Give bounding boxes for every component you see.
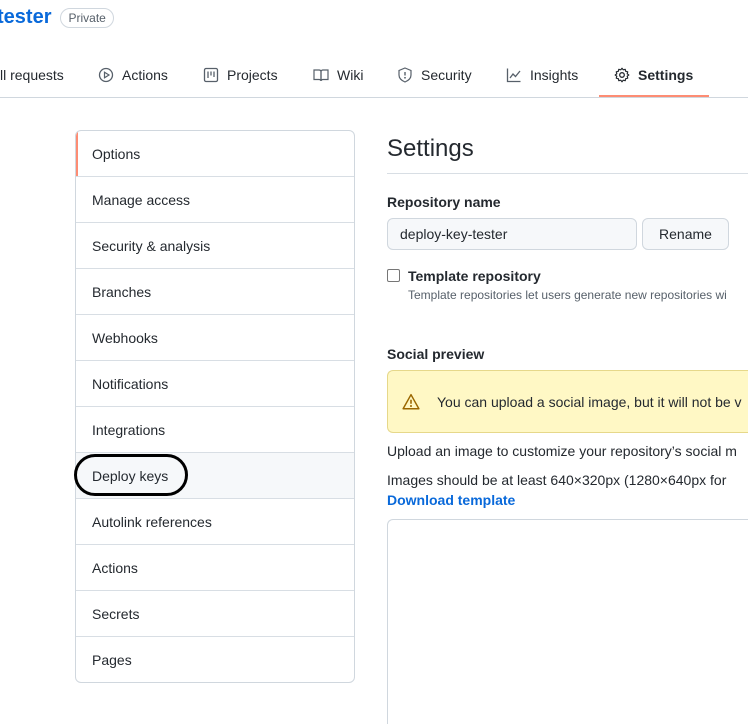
sidebar-item-branches[interactable]: Branches <box>76 269 354 315</box>
sidebar-item-actions[interactable]: Actions <box>76 545 354 591</box>
settings-sidebar: Options Manage access Security & analysi… <box>75 130 355 683</box>
sidebar-item-security-analysis[interactable]: Security & analysis <box>76 223 354 269</box>
repo-name-input[interactable] <box>387 218 637 250</box>
repo-name-label: Repository name <box>387 194 501 210</box>
tab-projects[interactable]: Projects <box>203 52 278 98</box>
sidebar-item-webhooks[interactable]: Webhooks <box>76 315 354 361</box>
tab-wiki-label: Wiki <box>337 67 364 83</box>
template-repository-checkbox[interactable] <box>387 269 400 282</box>
sidebar-item-options[interactable]: Options <box>76 131 354 177</box>
tab-actions-label: Actions <box>122 67 168 83</box>
template-repository-note: Template repositories let users generate… <box>408 288 727 302</box>
social-preview-label: Social preview <box>387 346 485 362</box>
repo-name-row: Rename <box>387 218 748 250</box>
visibility-badge: Private <box>60 7 114 28</box>
sidebar-item-manage-access[interactable]: Manage access <box>76 177 354 223</box>
sidebar-item-autolink-references[interactable]: Autolink references <box>76 499 354 545</box>
upload-instructions: Upload an image to customize your reposi… <box>387 443 737 459</box>
tab-insights-label: Insights <box>530 67 579 83</box>
social-preview-warning-text: You can upload a social image, but it wi… <box>437 393 742 410</box>
tab-pull-requests[interactable]: ll requests <box>0 52 64 98</box>
repo-header: tester Private <box>0 6 114 29</box>
sidebar-item-secrets[interactable]: Secrets <box>76 591 354 637</box>
template-repository-row: Template repository Template repositorie… <box>387 268 748 302</box>
sidebar-item-pages[interactable]: Pages <box>76 637 354 682</box>
image-size-note: Images should be at least 640×320px (128… <box>387 472 727 488</box>
gear-icon <box>614 67 630 83</box>
repo-name-link[interactable]: tester <box>0 6 51 29</box>
settings-main: Settings Repository name Rename Template… <box>387 130 748 724</box>
sidebar-item-deploy-keys[interactable]: Deploy keys <box>76 453 354 499</box>
book-icon <box>313 69 329 82</box>
social-preview-image-box[interactable] <box>387 519 748 724</box>
tab-security-label: Security <box>421 67 472 83</box>
tab-settings[interactable]: Settings <box>614 52 693 98</box>
alert-icon <box>402 393 420 409</box>
tab-wiki[interactable]: Wiki <box>313 52 363 98</box>
page-title: Settings <box>387 130 748 174</box>
selected-tab-underline <box>599 95 709 97</box>
tab-projects-label: Projects <box>227 67 278 83</box>
tab-pull-requests-label: ll requests <box>0 67 64 83</box>
social-preview-warning: You can upload a social image, but it wi… <box>387 370 748 433</box>
sidebar-item-integrations[interactable]: Integrations <box>76 407 354 453</box>
graph-icon <box>506 68 521 83</box>
template-repository-label: Template repository <box>408 268 541 284</box>
sidebar-item-notifications[interactable]: Notifications <box>76 361 354 407</box>
tab-insights[interactable]: Insights <box>506 52 578 98</box>
project-icon <box>203 67 219 83</box>
shield-icon <box>398 67 412 83</box>
play-icon <box>98 67 114 83</box>
repo-nav-tabs: ll requests Actions Projects Wiki Securi… <box>0 52 748 98</box>
rename-button[interactable]: Rename <box>642 218 729 250</box>
tab-settings-label: Settings <box>638 67 694 83</box>
template-repository-text: Template repository Template repositorie… <box>408 268 727 302</box>
download-template-link[interactable]: Download template <box>387 492 515 508</box>
tab-security[interactable]: Security <box>397 52 472 98</box>
tab-actions[interactable]: Actions <box>98 52 168 98</box>
